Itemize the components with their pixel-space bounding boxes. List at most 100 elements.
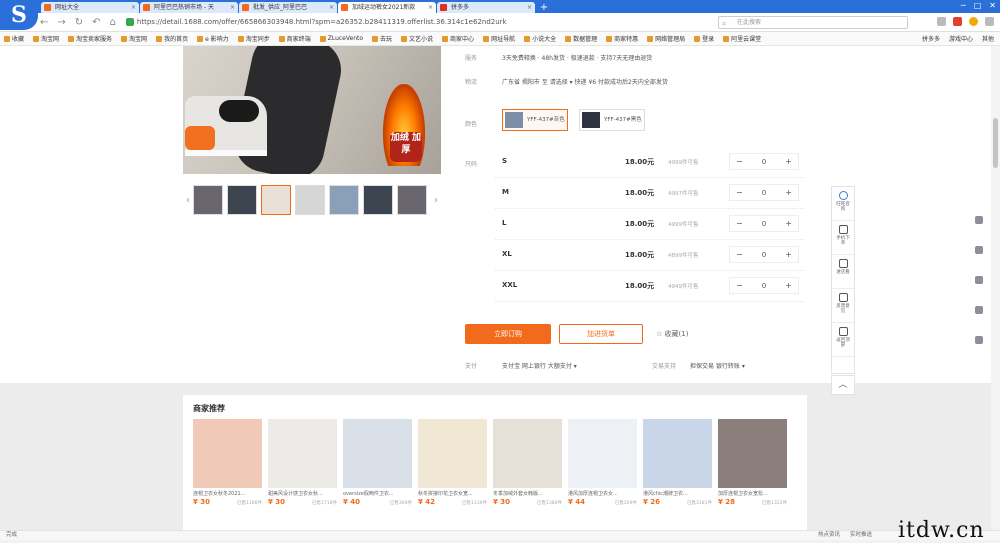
- tab-5[interactable]: 拼多多 ×: [437, 2, 535, 13]
- quantity-input[interactable]: 0: [762, 282, 766, 290]
- color-option-black[interactable]: YFF-437#黑色: [579, 109, 645, 131]
- more-icon[interactable]: [975, 336, 983, 344]
- product-name[interactable]: 甜美风设计感卫衣女秋...: [268, 490, 337, 497]
- bookmark-item[interactable]: 小说大全: [524, 34, 556, 43]
- plus-button[interactable]: +: [785, 281, 792, 290]
- undo-icon[interactable]: ↶: [92, 17, 100, 28]
- bookmark-item[interactable]: 商家特惠: [606, 34, 638, 43]
- product-image[interactable]: [493, 419, 562, 488]
- thumbnail[interactable]: [397, 185, 427, 215]
- url-field[interactable]: https://detail.1688.com/offer/6658663039…: [125, 16, 646, 29]
- bookmark-item[interactable]: ZLuceVento: [319, 35, 363, 42]
- product-main-image[interactable]: 加绒 加厚: [183, 46, 441, 174]
- settings-icon[interactable]: [985, 17, 994, 26]
- tab-2[interactable]: 阿里巴巴热销市场 - 天 ×: [140, 2, 238, 13]
- account-icon[interactable]: [969, 17, 978, 26]
- image-icon[interactable]: [975, 276, 983, 284]
- buy-now-button[interactable]: 立即订购: [465, 324, 551, 344]
- bookmark-item[interactable]: 阿里云课堂: [723, 34, 761, 43]
- download-icon[interactable]: [975, 306, 983, 314]
- float-item-shop[interactable]: 进店看: [832, 255, 854, 289]
- close-icon[interactable]: ×: [230, 2, 235, 13]
- bookmark-item[interactable]: 淘宝网: [33, 34, 59, 43]
- bookmark-item[interactable]: 游戏中心: [949, 34, 973, 43]
- close-icon[interactable]: ×: [527, 2, 532, 13]
- extension-icon[interactable]: [953, 17, 962, 26]
- close-window-icon[interactable]: ✕: [989, 1, 996, 10]
- plus-button[interactable]: +: [785, 250, 792, 259]
- bookmark-item[interactable]: 登录: [694, 34, 714, 43]
- minus-button[interactable]: −: [736, 219, 743, 228]
- product-image[interactable]: [418, 419, 487, 488]
- recommend-item[interactable]: 秋冬拼接印花卫衣女宽... ¥ 42 已售1139件: [418, 419, 487, 506]
- product-image[interactable]: [193, 419, 262, 488]
- shipping-text[interactable]: 广东省 揭阳市 至 请选择 ▾ 快递 ¥6 付款成功后2天内全部发货: [502, 77, 668, 86]
- quantity-input[interactable]: 0: [762, 220, 766, 228]
- tab-4[interactable]: 加绒运动裤女2021新款 ×: [338, 2, 436, 13]
- bookmark-item[interactable]: 文艺小说: [401, 34, 433, 43]
- thumbnail[interactable]: [295, 185, 325, 215]
- thumbnail[interactable]: [193, 185, 223, 215]
- bookmark-item[interactable]: 淘宝同步: [237, 34, 270, 43]
- product-name[interactable]: 港风加厚连帽卫衣女...: [568, 490, 637, 497]
- product-image[interactable]: [268, 419, 337, 488]
- float-item-chat[interactable]: 旺旺咨询: [832, 187, 854, 221]
- favorite-button[interactable]: ☆ 收藏(1): [656, 329, 688, 339]
- minus-button[interactable]: −: [736, 157, 743, 166]
- minus-button[interactable]: −: [736, 281, 743, 290]
- bookmark-item[interactable]: 其他: [982, 34, 994, 43]
- product-image[interactable]: [568, 419, 637, 488]
- scroll-top-button[interactable]: ︿: [831, 375, 855, 395]
- recommend-item[interactable]: 甜美风设计感卫衣女秋... ¥ 30 已售1718件: [268, 419, 337, 506]
- product-name[interactable]: oversize假两件卫衣...: [343, 490, 412, 497]
- color-option-gray[interactable]: YFF-437#灰色: [502, 109, 568, 131]
- product-name[interactable]: 加厚连帽卫衣女宽松...: [718, 490, 787, 497]
- refresh-icon[interactable]: ↻: [75, 17, 83, 28]
- close-icon[interactable]: ×: [131, 2, 136, 13]
- recommend-item[interactable]: 冬季加绒外套女韩版... ¥ 30 已售1380件: [493, 419, 562, 506]
- product-name[interactable]: 秋冬拼接印花卫衣女宽...: [418, 490, 487, 497]
- info-icon[interactable]: [975, 216, 983, 224]
- float-item-feedback[interactable]: 反馈意见: [832, 289, 854, 323]
- recommend-item[interactable]: 连帽卫衣女秋冬2021... ¥ 30 已售1166件: [193, 419, 262, 506]
- bookmark-item[interactable]: 网址导航: [483, 34, 515, 43]
- float-item-mobile[interactable]: 手机下单: [832, 221, 854, 255]
- quantity-input[interactable]: 0: [762, 158, 766, 166]
- thumbnail[interactable]: [363, 185, 393, 215]
- menu-icon[interactable]: [937, 17, 946, 26]
- chevron-left-icon[interactable]: ‹: [183, 195, 193, 206]
- bookmark-item[interactable]: 去玩: [372, 34, 392, 43]
- product-name[interactable]: 冬季加绒外套女韩版...: [493, 490, 562, 497]
- add-to-cart-button[interactable]: 加进货单: [559, 324, 643, 344]
- thumbnail[interactable]: [261, 185, 291, 215]
- product-image[interactable]: [718, 419, 787, 488]
- status-news[interactable]: 热点资讯: [818, 531, 840, 540]
- thumbnail[interactable]: [329, 185, 359, 215]
- minus-button[interactable]: −: [736, 188, 743, 197]
- bookmark-item[interactable]: 数据管理: [565, 34, 597, 43]
- recommend-item[interactable]: 加厚连帽卫衣女宽松... ¥ 28 已售1322件: [718, 419, 787, 506]
- pay-text[interactable]: 支付宝 网上银行 大额支付 ▾: [502, 361, 577, 370]
- bookmark-item[interactable]: 我的首页: [156, 34, 188, 43]
- quantity-input[interactable]: 0: [762, 189, 766, 197]
- product-name[interactable]: 港风chic潮牌卫衣...: [643, 490, 712, 497]
- bookmark-item[interactable]: 收藏: [4, 34, 24, 43]
- plus-button[interactable]: +: [785, 219, 792, 228]
- back-icon[interactable]: ←: [40, 17, 48, 28]
- home-icon[interactable]: ⌂: [110, 17, 116, 28]
- plus-button[interactable]: +: [785, 157, 792, 166]
- browser-logo[interactable]: S: [0, 0, 38, 30]
- bookmark-item[interactable]: e 影响力: [197, 34, 229, 43]
- maximize-icon[interactable]: □: [974, 1, 982, 10]
- close-icon[interactable]: ×: [329, 2, 334, 13]
- bookmark-item[interactable]: 网络管理局: [647, 34, 685, 43]
- minimize-icon[interactable]: ─: [961, 1, 966, 10]
- product-name[interactable]: 连帽卫衣女秋冬2021...: [193, 490, 262, 497]
- quantity-input[interactable]: 0: [762, 251, 766, 259]
- scroll-thumb[interactable]: [993, 118, 998, 168]
- recommend-item[interactable]: 港风chic潮牌卫衣... ¥ 26 已售3181件: [643, 419, 712, 506]
- thumbnail[interactable]: [227, 185, 257, 215]
- status-push[interactable]: 实时推送: [850, 531, 872, 540]
- product-image[interactable]: [343, 419, 412, 488]
- plus-button[interactable]: +: [785, 188, 792, 197]
